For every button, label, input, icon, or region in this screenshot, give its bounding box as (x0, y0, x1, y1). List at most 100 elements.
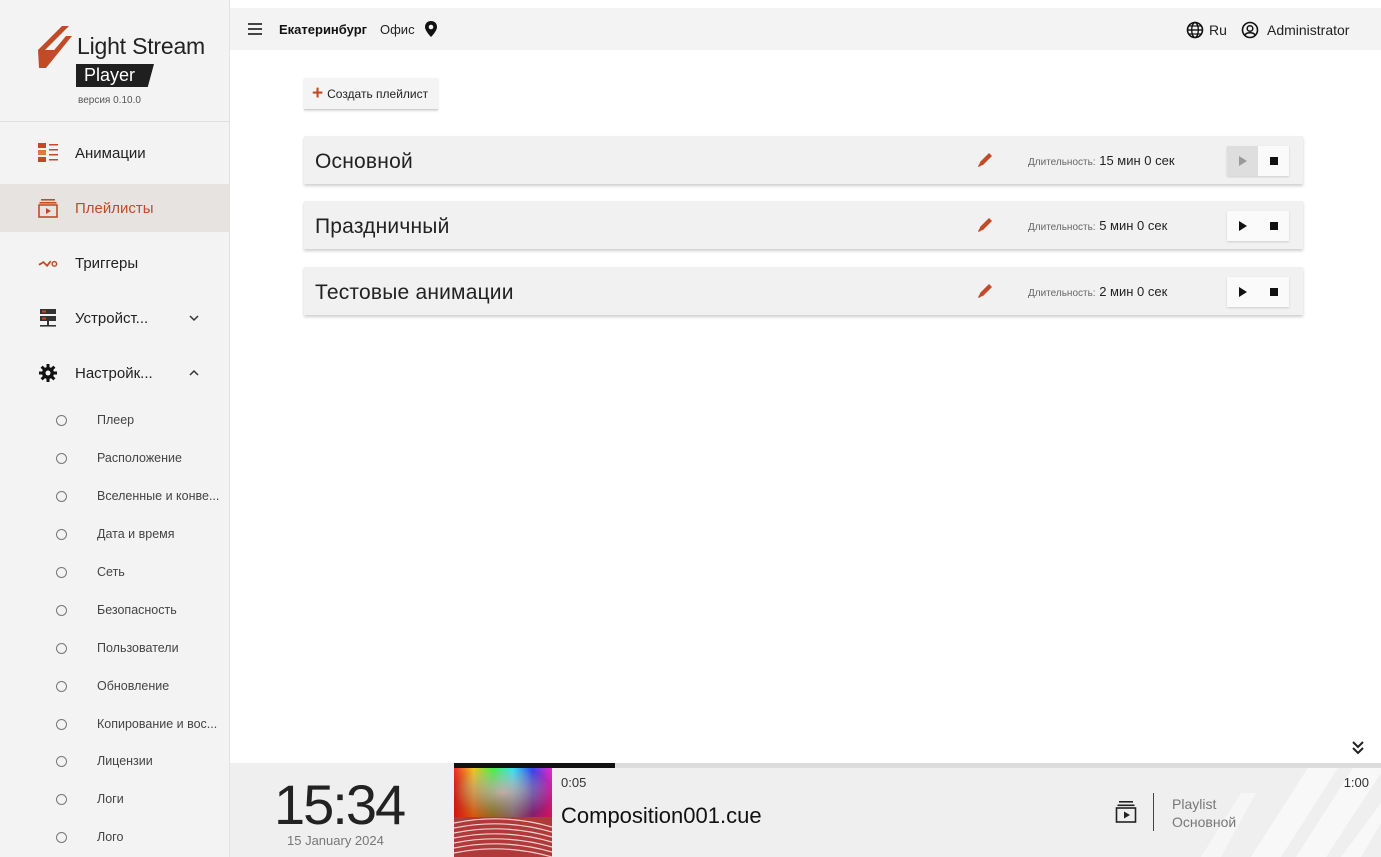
composition-name: Composition001.cue (561, 803, 762, 828)
playlist-duration: Длительность: 15 мин 0 сек (1028, 153, 1175, 168)
playlist-controls (1227, 277, 1289, 307)
menu-icon[interactable] (248, 23, 262, 35)
divider (1153, 793, 1154, 831)
create-playlist-button[interactable]: + Создать плейлист (304, 78, 439, 110)
subitem-label: Плеер (97, 413, 135, 427)
triggers-icon (38, 253, 58, 273)
play-icon (1238, 221, 1247, 231)
sidebar-item-label: Анимации (75, 144, 146, 162)
decorative-stripes (1201, 763, 1381, 857)
sidebar-item-settings[interactable]: Настройк... (0, 349, 229, 397)
duration-label: Длительность: (1028, 157, 1096, 168)
clock-time: 15:34 (274, 773, 406, 836)
version-label: версия 0.10.0 (78, 95, 141, 106)
stop-icon (1269, 288, 1278, 296)
stop-icon (1269, 222, 1278, 230)
clock-date: 15 January 2024 (287, 833, 384, 848)
circle-icon (56, 415, 67, 426)
subitem-label: Вселенные и конве... (97, 489, 220, 503)
sidebar-item-playlists[interactable]: Плейлисты (0, 184, 229, 232)
location-pin-icon[interactable] (424, 21, 438, 37)
playlist-row[interactable]: Тестовые анимации Длительность: 2 мин 0 … (304, 267, 1303, 315)
subitem-label: Пользователи (97, 641, 179, 655)
duration-value: 2 мин 0 сек (1099, 284, 1168, 299)
settings-subitem-backup[interactable]: Копирование и вос... (0, 706, 229, 744)
settings-subitem-licenses[interactable]: Лицензии (0, 743, 229, 781)
sidebar-item-triggers[interactable]: Триггеры (0, 239, 229, 287)
sidebar-item-animations[interactable]: Анимации (0, 129, 229, 177)
play-button[interactable] (1227, 277, 1258, 307)
circle-icon (56, 605, 67, 616)
sidebar-item-label: Устройст... (75, 309, 149, 327)
settings-subitem-update[interactable]: Обновление (0, 668, 229, 706)
circle-icon (56, 681, 67, 692)
settings-subitem-location[interactable]: Расположение (0, 440, 229, 478)
settings-subitem-logo[interactable]: Лого (0, 819, 229, 857)
sidebar-item-label: Плейлисты (75, 199, 154, 217)
settings-subitem-users[interactable]: Пользователи (0, 630, 229, 668)
edit-pencil-icon[interactable] (976, 282, 994, 300)
settings-subitem-logs[interactable]: Логи (0, 781, 229, 819)
user-menu[interactable]: Administrator (1241, 21, 1349, 39)
circle-icon (56, 643, 67, 654)
playlist-name: Праздничный (315, 215, 450, 238)
playlist-name: Тестовые анимации (315, 281, 514, 304)
stop-button[interactable] (1258, 146, 1289, 176)
total-time: 1:00 (1343, 775, 1369, 790)
composition-thumbnail (454, 763, 552, 857)
settings-subitem-player[interactable]: Плеер (0, 402, 229, 440)
subitem-label: Расположение (97, 451, 182, 465)
stop-icon (1269, 157, 1278, 165)
top-bar: Екатеринбург Офис Ru Administrator (230, 8, 1381, 50)
edit-pencil-icon[interactable] (976, 216, 994, 234)
settings-subitem-universes[interactable]: Вселенные и конве... (0, 478, 229, 516)
app-root: Light Stream Player версия 0.10.0 Анимац… (0, 0, 1381, 857)
progress-bar[interactable] (454, 763, 1381, 768)
playlist-icon (1115, 801, 1137, 823)
subitem-label: Копирование и вос... (97, 717, 218, 731)
logo-bolt-icon (38, 26, 72, 68)
circle-icon (56, 756, 67, 767)
playlist-controls (1227, 146, 1289, 176)
duration-label: Длительность: (1028, 288, 1096, 299)
language-label: Ru (1209, 22, 1227, 38)
play-button[interactable] (1227, 211, 1258, 241)
stop-button[interactable] (1258, 211, 1289, 241)
language-switcher[interactable]: Ru (1186, 21, 1227, 39)
play-icon (1238, 156, 1247, 166)
playlist-row[interactable]: Основной Длительность: 15 мин 0 сек (304, 136, 1303, 184)
plus-icon: + (312, 83, 324, 104)
location-place[interactable]: Офис (380, 22, 415, 37)
edit-pencil-icon[interactable] (976, 151, 994, 169)
duration-label: Длительность: (1028, 222, 1096, 233)
subitem-label: Дата и время (97, 527, 175, 541)
playlist-duration: Длительность: 5 мин 0 сек (1028, 218, 1167, 233)
settings-subitem-security[interactable]: Безопасность (0, 592, 229, 630)
play-icon (1238, 287, 1247, 297)
sidebar-item-devices[interactable]: Устройст... (0, 294, 229, 342)
collapse-player-icon[interactable] (1348, 738, 1368, 758)
subitem-label: Обновление (97, 679, 170, 693)
settings-subitem-datetime[interactable]: Дата и время (0, 516, 229, 554)
settings-subitem-network[interactable]: Сеть (0, 554, 229, 592)
sidebar: Light Stream Player версия 0.10.0 Анимац… (0, 0, 230, 857)
playlist-icon (38, 198, 58, 218)
playlist-controls (1227, 211, 1289, 241)
playlist-row[interactable]: Праздничный Длительность: 5 мин 0 сек (304, 201, 1303, 249)
create-playlist-label: Создать плейлист (327, 86, 429, 101)
subitem-label: Логи (97, 792, 124, 806)
user-avatar-icon (1241, 21, 1259, 39)
main-content: + Создать плейлист Основной Длительность… (230, 50, 1381, 763)
current-time: 0:05 (561, 775, 587, 790)
subitem-label: Лого (97, 830, 124, 844)
circle-icon (56, 567, 67, 578)
subitem-label: Сеть (97, 565, 125, 579)
circle-icon (56, 529, 67, 540)
subitem-label: Безопасность (97, 603, 177, 617)
playlist-caption: Playlist (1172, 796, 1217, 812)
playlist-duration: Длительность: 2 мин 0 сек (1028, 284, 1167, 299)
play-button[interactable] (1227, 146, 1258, 176)
chevron-up-icon (189, 369, 199, 376)
location-city[interactable]: Екатеринбург (279, 22, 367, 37)
stop-button[interactable] (1258, 277, 1289, 307)
